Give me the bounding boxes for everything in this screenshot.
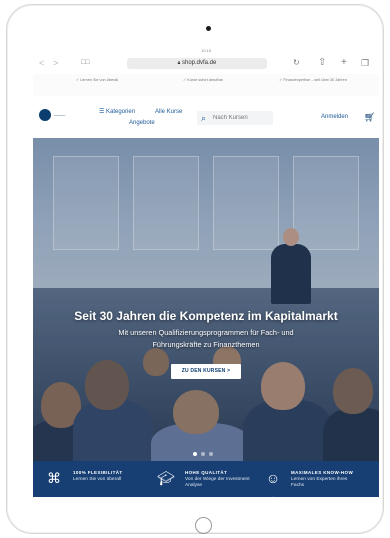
feature-title: HOHE QUALITÄT: [185, 470, 228, 475]
experts-icon: ☺☺☺: [265, 470, 281, 497]
site-header: ──── ☰ Kategorien Alle Kurse Angebote ⌕ …: [33, 96, 379, 139]
carousel-dots: [193, 443, 217, 461]
feature-title: MAXIMALES KNOW-HOW: [291, 470, 354, 475]
search-icon: ⌕: [201, 113, 207, 123]
home-button[interactable]: [195, 517, 212, 534]
usp-item: ✓ Kurse sofort abrufbar: [183, 78, 223, 82]
feature-text: Lernen von Experten ihres Fachs: [291, 477, 348, 488]
feature-text: Von der Wiege der Investment Analyse: [185, 477, 250, 488]
share-icon[interactable]: ⇧: [318, 57, 326, 69]
lock-icon: 🔒︎: [177, 60, 181, 66]
graduation-cap-icon: 🎓︎: [157, 470, 175, 486]
hero-banner: Seit 30 Jahren die Kompetenz im Kapitalm…: [33, 138, 379, 461]
feature-title: 100% FLEXIBILITÄT: [73, 470, 123, 475]
carousel-dot[interactable]: [209, 452, 213, 456]
nav-offers[interactable]: Angebote: [129, 119, 155, 127]
url-text: shop.dvfa.de: [181, 60, 217, 66]
search-box[interactable]: ⌕: [197, 111, 273, 125]
flexibility-icon: ⌘: [47, 470, 61, 486]
dvfa-logo-icon[interactable]: [39, 109, 51, 121]
search-input[interactable]: [211, 111, 271, 125]
to-courses-button[interactable]: ZU DEN KURSEN >: [171, 364, 241, 379]
hero-headline: Seit 30 Jahren die Kompetenz im Kapitalm…: [74, 309, 338, 323]
menu-icon: ☰: [99, 109, 107, 115]
hero-overlay: [33, 138, 379, 461]
feature-text: Lernen Sie von überall: [73, 477, 122, 482]
browser-toolbar: < > □□ 🔒︎ shop.dvfa.de ↻ ⇧ + ❐: [33, 54, 379, 72]
login-link[interactable]: Anmelden: [321, 114, 348, 120]
bookmarks-icon[interactable]: □□: [81, 57, 89, 69]
usp-item: ✓ Finanzexpertise – seit über 30 Jahren: [279, 78, 347, 82]
address-bar[interactable]: 🔒︎ shop.dvfa.de: [127, 58, 267, 69]
front-camera: [206, 26, 211, 31]
nav-categories[interactable]: ☰ Kategorien: [99, 108, 135, 116]
tablet-screen: 10:15 < > □□ 🔒︎ shop.dvfa.de ↻ ⇧ + ❐ ✓ L…: [33, 48, 379, 497]
carousel-dot[interactable]: [201, 452, 205, 456]
status-time: 10:15: [200, 48, 211, 53]
carousel-dot[interactable]: [193, 452, 197, 456]
forward-button[interactable]: >: [53, 58, 58, 68]
usp-item: ✓ Lernen Sie von überall: [75, 78, 119, 82]
tablet-frame: 10:15 < > □□ 🔒︎ shop.dvfa.de ↻ ⇧ + ❐ ✓ L…: [6, 4, 384, 534]
nav-all-courses[interactable]: Alle Kurse: [155, 108, 182, 116]
usp-bar: ✓ Lernen Sie von überall ✓ Kurse sofort …: [33, 74, 379, 97]
tabs-icon[interactable]: ❐: [361, 57, 369, 69]
logo-wordmark[interactable]: ────: [54, 113, 65, 118]
feature-bar: ⌘ 100% FLEXIBILITÄT Lernen Sie von übera…: [33, 461, 379, 497]
new-tab-icon[interactable]: +: [341, 57, 347, 69]
cart-icon[interactable]: 🛒︎: [364, 112, 375, 123]
back-button[interactable]: <: [39, 58, 44, 68]
hero-subline: Mit unseren Qualifizierungsprogrammen fü…: [118, 328, 294, 349]
reload-icon[interactable]: ↻: [293, 58, 300, 67]
